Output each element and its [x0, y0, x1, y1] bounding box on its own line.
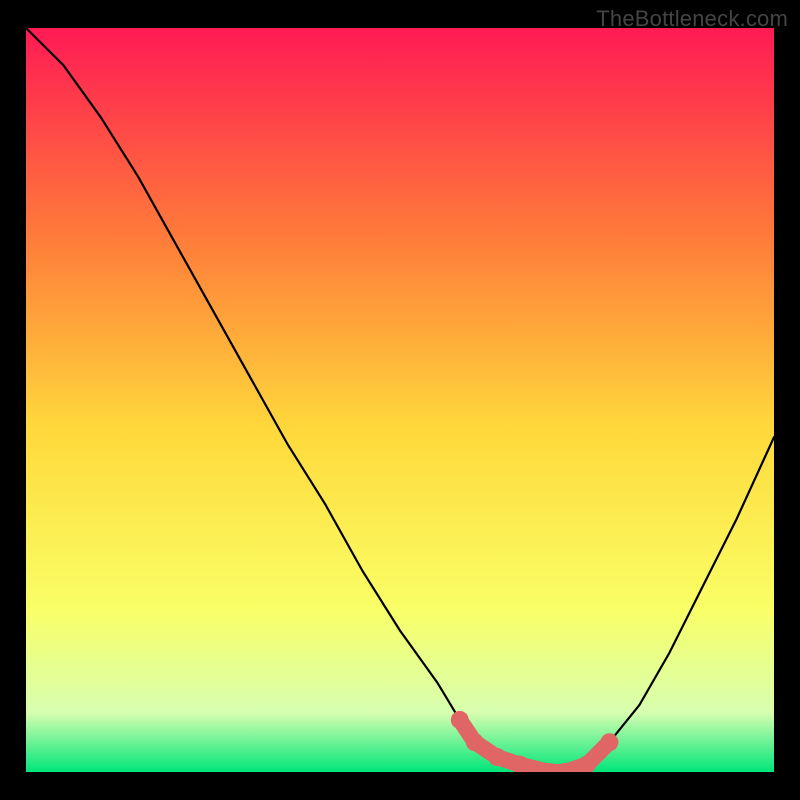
optimal-marker-dot	[466, 733, 484, 751]
chart-container: TheBottleneck.com	[0, 0, 800, 800]
optimal-marker-dot	[488, 748, 506, 766]
gradient-background	[26, 28, 774, 772]
chart-svg	[26, 28, 774, 772]
watermark-text: TheBottleneck.com	[596, 6, 788, 32]
plot-area	[26, 28, 774, 772]
optimal-marker-dot	[600, 733, 618, 751]
optimal-marker-dot	[451, 711, 469, 729]
